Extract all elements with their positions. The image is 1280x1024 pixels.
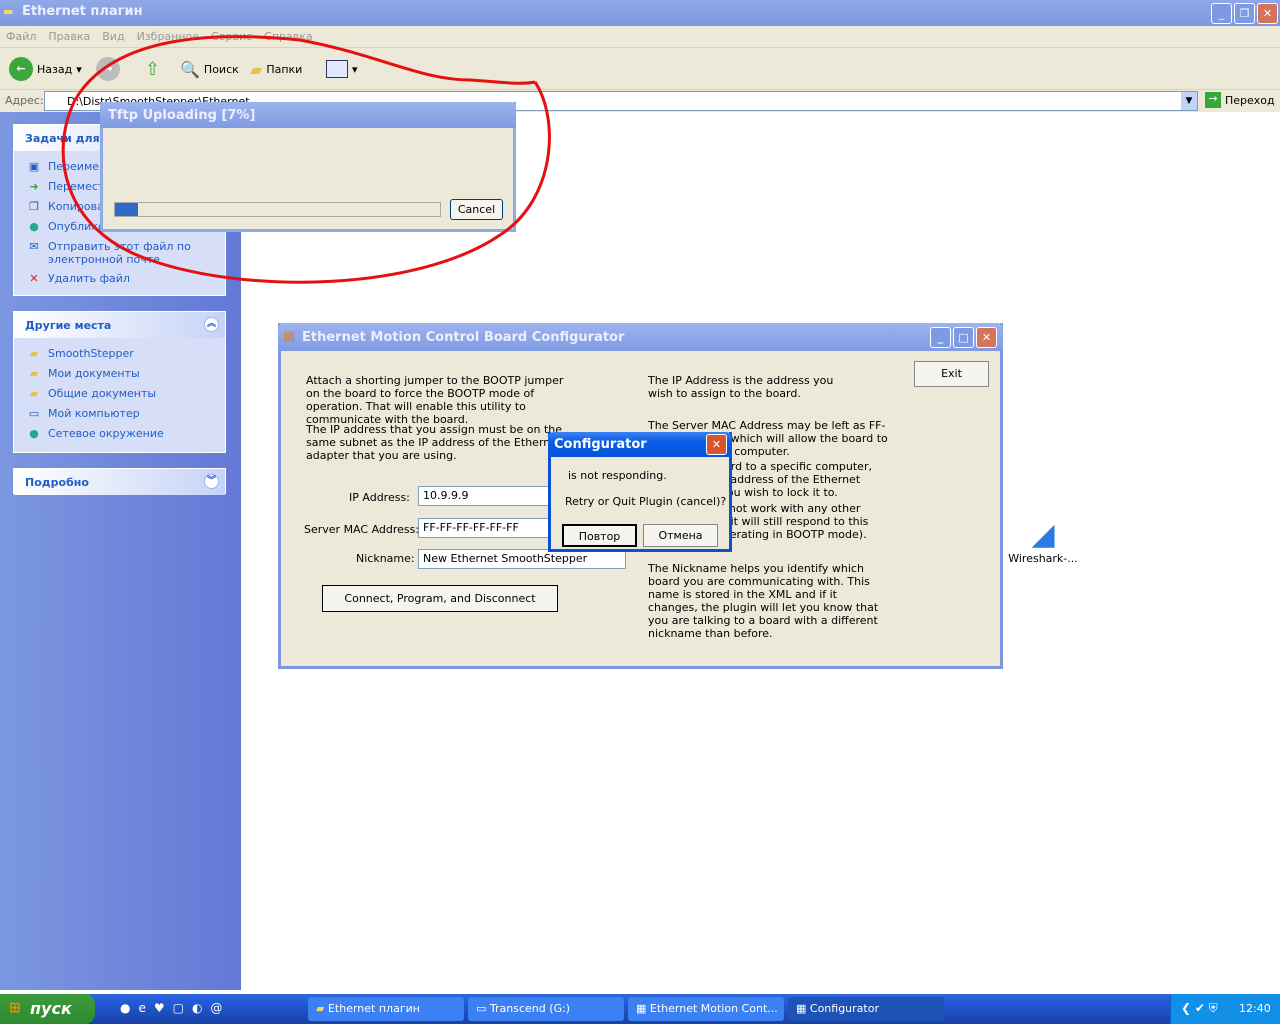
task-label: Ethernet плагин bbox=[327, 1002, 420, 1015]
red-annotation-circle bbox=[61, 35, 551, 284]
task-label: Ethernet Motion Cont... bbox=[649, 1002, 778, 1015]
quick-launch-icons[interactable]: ●e♥▢◐@ bbox=[120, 1001, 230, 1015]
task-label: Configurator bbox=[809, 1002, 879, 1015]
taskbar: ⊞ пуск ●e♥▢◐@ ▰ Ethernet плагин ▭ Transce… bbox=[0, 994, 1280, 1024]
app-icon: ▦ bbox=[636, 1002, 650, 1015]
start-button[interactable]: ⊞ пуск bbox=[0, 994, 95, 1024]
taskbar-explorer[interactable]: ▰ Ethernet плагин bbox=[308, 997, 464, 1021]
tray-icons[interactable]: ❮ ✔ ⛨ bbox=[1181, 1001, 1218, 1016]
taskbar-transcend[interactable]: ▭ Transcend (G:) bbox=[468, 997, 624, 1021]
system-tray: ❮ ✔ ⛨ 12:40 bbox=[1170, 994, 1280, 1024]
taskbar-configurator-main[interactable]: ▦ Ethernet Motion Cont... bbox=[628, 997, 784, 1021]
taskbar-configurator-dialog[interactable]: ▦ Configurator bbox=[788, 997, 944, 1021]
app-icon: ▦ bbox=[796, 1002, 810, 1015]
folder-icon: ▰ bbox=[316, 1002, 328, 1015]
clock: 12:40 bbox=[1239, 1002, 1271, 1015]
start-label: пуск bbox=[30, 999, 72, 1018]
task-label: Transcend (G:) bbox=[489, 1002, 571, 1015]
drive-icon: ▭ bbox=[476, 1002, 490, 1015]
windows-logo-icon: ⊞ bbox=[9, 1000, 21, 1016]
